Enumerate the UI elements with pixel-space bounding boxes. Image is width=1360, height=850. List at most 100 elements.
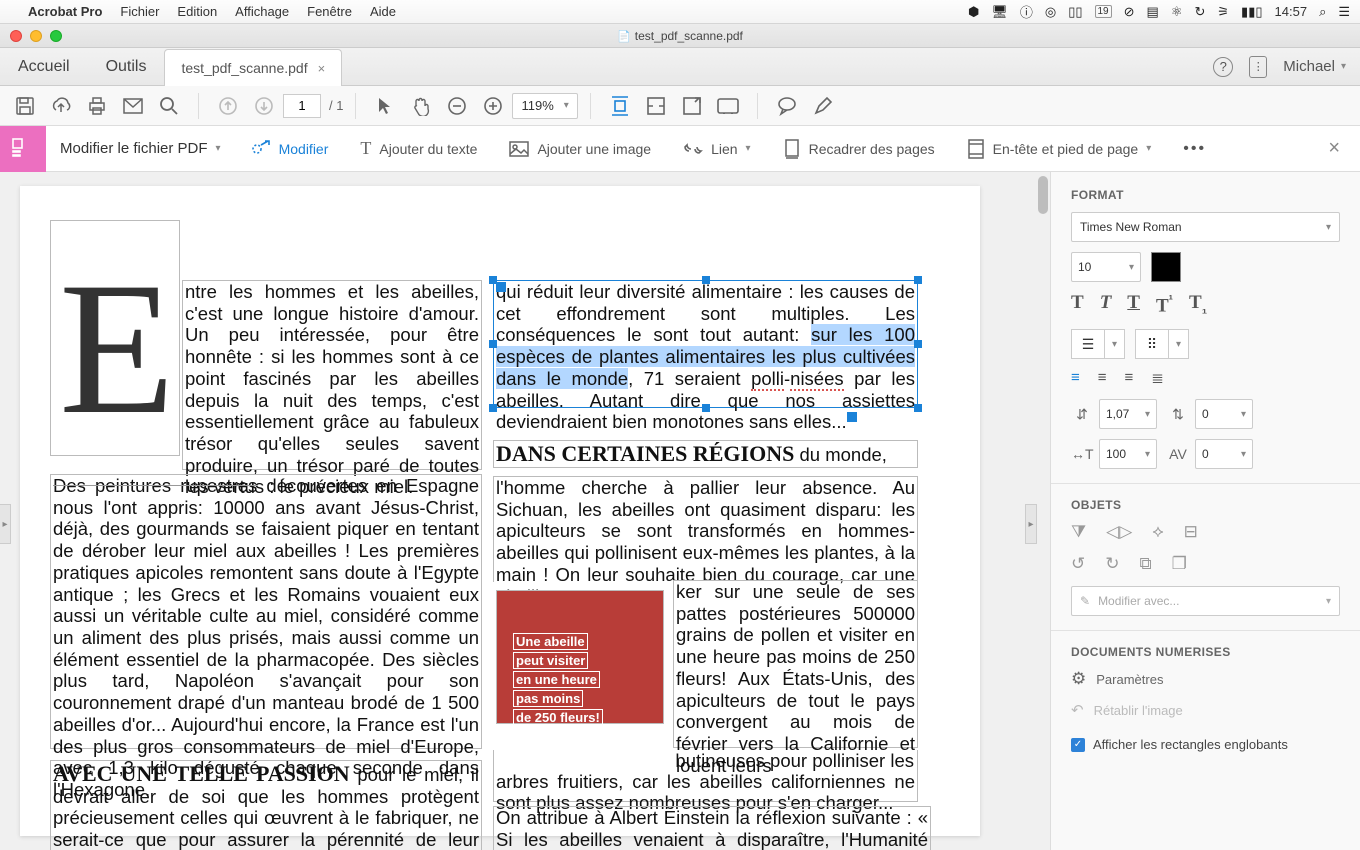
modify-with-dropdown[interactable]: ✎Modifier avec... ▾ (1071, 586, 1340, 616)
fit-width-icon[interactable] (603, 89, 637, 123)
text-block-p1[interactable]: ntre les hommes et les abeilles, c'est u… (182, 280, 482, 470)
pointer-icon[interactable] (368, 89, 402, 123)
menu-aide[interactable]: Aide (370, 4, 396, 19)
minimize-window-button[interactable] (30, 30, 42, 42)
modify-button[interactable]: Modifier (235, 139, 345, 159)
italic-button[interactable]: T (1100, 292, 1112, 317)
bluetooth-icon[interactable]: ⚛ (1171, 4, 1183, 20)
crop-object-icon[interactable]: ⟡ (1152, 522, 1163, 542)
zoom-in-icon[interactable] (476, 89, 510, 123)
device-icon[interactable]: ⋮ (1249, 56, 1267, 78)
hscale-dropdown[interactable]: 100▾ (1099, 439, 1157, 469)
align-justify-button[interactable]: ≣ (1151, 369, 1164, 387)
text-block-selected[interactable]: qui réduit leur diversité alimentaire : … (493, 280, 918, 408)
fit-page-icon[interactable] (639, 89, 673, 123)
dropcap-box[interactable]: E (50, 220, 180, 456)
save-icon[interactable] (8, 89, 42, 123)
page-input[interactable] (283, 94, 321, 118)
app-name[interactable]: Acrobat Pro (28, 4, 102, 19)
circle-slash-icon[interactable]: ⊘ (1124, 4, 1135, 20)
panel-icon[interactable]: ▯▯ (1068, 4, 1082, 20)
highlight-pen-icon[interactable] (806, 89, 840, 123)
menu-fichier[interactable]: Fichier (120, 4, 159, 19)
subscript-button[interactable]: T₁ (1189, 292, 1207, 317)
mail-icon[interactable] (116, 89, 150, 123)
header-footer-button[interactable]: En-tête et pied de page ▾ (951, 139, 1168, 159)
edit-mode-icon[interactable] (0, 126, 46, 172)
more-button[interactable]: ••• (1167, 140, 1222, 158)
date-icon[interactable]: 19 (1095, 5, 1112, 18)
vertical-scrollbar[interactable] (1036, 172, 1050, 850)
zoom-out-icon[interactable] (440, 89, 474, 123)
print-icon[interactable] (80, 89, 114, 123)
add-image-button[interactable]: Ajouter une image (493, 141, 667, 157)
expand-left-handle[interactable]: ▸ (0, 504, 11, 544)
font-size-dropdown[interactable]: 10▾ (1071, 252, 1141, 282)
add-text-button[interactable]: T Ajouter du texte (344, 138, 493, 159)
text-block-p9[interactable]: On attribue à Albert Einstein la réflexi… (493, 806, 931, 850)
settings-link[interactable]: ⚙ Paramètres (1071, 669, 1340, 689)
text-block-p6[interactable]: l'homme cherche à pallier leur absence. … (493, 476, 918, 582)
superscript-button[interactable]: T¹ (1156, 292, 1173, 317)
text-block-p5-title[interactable]: DANS CERTAINES RÉGIONS du monde, (493, 440, 918, 468)
text-block-p3[interactable]: AVEC UNE TELLE PASSION pour le miel, il … (50, 760, 482, 850)
restore-image-link[interactable]: ↶ Rétablir l'image (1071, 701, 1340, 719)
reading-mode-icon[interactable] (711, 89, 745, 123)
document-canvas[interactable]: ▸ E ntre les hommes et les abeilles, c'e… (0, 172, 1050, 850)
bold-button[interactable]: T (1071, 292, 1084, 317)
align-object-icon[interactable]: ⊟ (1184, 522, 1198, 542)
text-block-p7[interactable]: ker sur une seule de ses pattes postérie… (673, 580, 918, 748)
info-icon[interactable]: ⓘ (1020, 2, 1033, 21)
rotate-ccw-icon[interactable]: ↺ (1071, 554, 1085, 574)
number-list-button[interactable]: ⠿▾ (1135, 329, 1189, 359)
menu-icon[interactable]: ☰ (1338, 4, 1350, 20)
battery-icon[interactable]: ▮▮▯ (1241, 4, 1262, 20)
prev-page-icon[interactable] (211, 89, 245, 123)
page-view-icon[interactable] (675, 89, 709, 123)
crop-button[interactable]: Recadrer des pages (767, 139, 951, 159)
rotate-cw-icon[interactable]: ↻ (1105, 554, 1119, 574)
menu-edition[interactable]: Edition (177, 4, 217, 19)
spotlight-icon[interactable]: ⌕ (1319, 4, 1326, 20)
next-page-icon[interactable] (247, 89, 281, 123)
zoom-window-button[interactable] (50, 30, 62, 42)
timemachine-icon[interactable]: ↻ (1194, 4, 1205, 20)
help-icon[interactable]: ? (1213, 57, 1233, 77)
comment-icon[interactable] (770, 89, 804, 123)
align-right-button[interactable]: ≡ (1125, 369, 1134, 387)
close-editbar-icon[interactable]: × (1308, 137, 1360, 160)
tab-document[interactable]: test_pdf_scanne.pdf × (164, 49, 342, 86)
bullet-list-button[interactable]: ☰▾ (1071, 329, 1125, 359)
text-block-p8[interactable]: butineuses pour polliniser les arbres fr… (493, 750, 918, 802)
replace-image-icon[interactable]: ⧉ (1140, 554, 1152, 574)
cc-icon[interactable]: ◎ (1045, 4, 1056, 20)
link-button[interactable]: Lien ▾ (667, 141, 767, 157)
memory-icon[interactable]: ▤ (1147, 4, 1159, 20)
para-spacing-dropdown[interactable]: 0▾ (1195, 399, 1253, 429)
zoom-dropdown[interactable]: 119% ▾ (512, 93, 577, 119)
menu-affichage[interactable]: Affichage (235, 4, 289, 19)
align-left-button[interactable]: ≡ (1071, 369, 1080, 387)
underline-button[interactable]: T (1127, 292, 1140, 317)
line-spacing-dropdown[interactable]: 1,07▾ (1099, 399, 1157, 429)
flip-h-icon[interactable]: ◁▷ (1106, 522, 1132, 542)
dropbox-icon[interactable]: ⬢ (968, 4, 979, 20)
close-window-button[interactable] (10, 30, 22, 42)
callout-box[interactable]: Une abeille peut visiter en une heure pa… (496, 590, 664, 724)
expand-right-handle[interactable]: ▸ (1025, 504, 1037, 544)
cloud-upload-icon[interactable] (44, 89, 78, 123)
tab-home[interactable]: Accueil (0, 48, 88, 85)
tab-tools[interactable]: Outils (88, 48, 165, 85)
user-menu[interactable]: Michael ▾ (1283, 58, 1346, 75)
align-center-button[interactable]: ≡ (1098, 369, 1107, 387)
edit-pdf-dropdown[interactable]: Modifier le fichier PDF ▾ (46, 140, 235, 157)
font-color-swatch[interactable] (1151, 252, 1181, 282)
hand-icon[interactable] (404, 89, 438, 123)
clock[interactable]: 14:57 (1275, 4, 1308, 19)
show-boxes-checkbox[interactable]: ✓ Afficher les rectangles englobants (1071, 737, 1340, 752)
tab-close-icon[interactable]: × (318, 61, 326, 76)
menu-fenetre[interactable]: Fenêtre (307, 4, 352, 19)
font-family-dropdown[interactable]: Times New Roman▾ (1071, 212, 1340, 242)
text-block-p2[interactable]: Des peintures rupestres découvertes en E… (50, 474, 482, 749)
wifi-icon[interactable]: ⚞ (1217, 4, 1229, 20)
